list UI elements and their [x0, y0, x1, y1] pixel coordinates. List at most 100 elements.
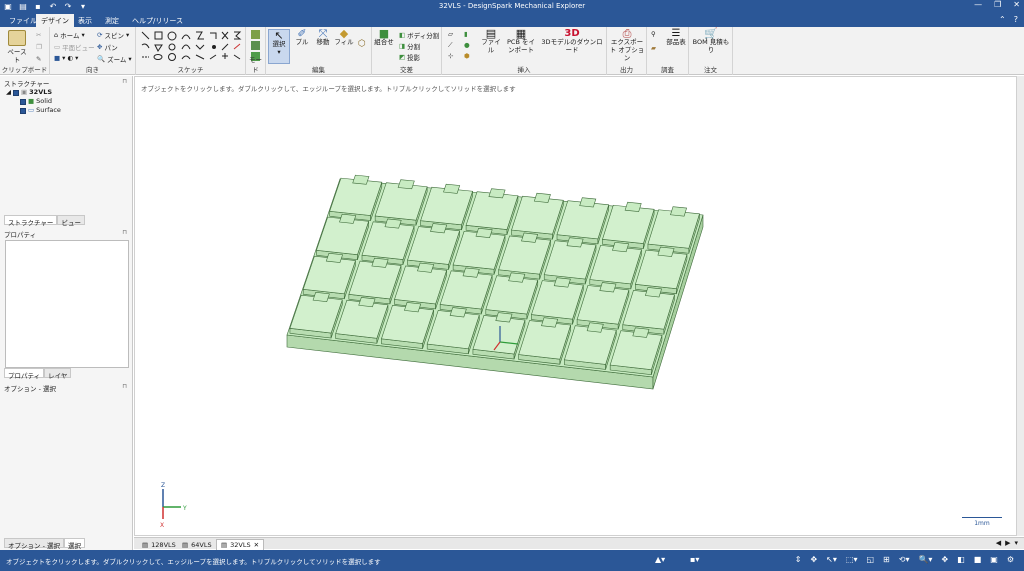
cylinder-icon[interactable]: ▮: [464, 30, 468, 38]
pin-icon[interactable]: ⊓: [122, 78, 127, 85]
mode-group-label: モード: [249, 56, 262, 74]
pan-button[interactable]: ✥ パン: [97, 42, 118, 52]
ribbon-tabs: ファイル デザイン 表示 測定 ヘルプ/リリース ⌃?: [0, 13, 1024, 27]
tree-item-solid[interactable]: ■ Solid: [6, 97, 61, 106]
collapse-ribbon-icon[interactable]: ⌃: [999, 15, 1006, 24]
visibility-checkbox[interactable]: [20, 107, 26, 114]
doc-tab-32vls[interactable]: ▤ 32VLS ✕: [216, 539, 265, 550]
edit-group-label: 編集: [312, 66, 325, 74]
restore-button[interactable]: ❐: [994, 0, 1001, 9]
settings-icon[interactable]: ⚙: [1007, 555, 1014, 564]
notification-icon[interactable]: ▪▾: [690, 555, 699, 564]
tab-list-icon[interactable]: ▾: [1014, 539, 1018, 547]
component-icon[interactable]: ⬢: [464, 52, 470, 60]
parts-list-button[interactable]: ☰ 部品表: [665, 28, 687, 47]
z-axis-label: Z: [161, 482, 165, 489]
copy-icon[interactable]: ❐: [36, 43, 42, 51]
circle-3pt-icon: [168, 53, 176, 61]
parts-list-icon: ☰: [671, 28, 681, 39]
tab-measure[interactable]: 測定: [100, 14, 124, 27]
render-icon[interactable]: ■: [974, 555, 982, 564]
zoom-status-icon[interactable]: 🔍▾: [918, 555, 932, 564]
shell-icon[interactable]: ⬡: [358, 39, 366, 49]
combine-button[interactable]: ■ 組合せ: [373, 28, 395, 46]
measure-icon[interactable]: ⚲: [651, 30, 656, 38]
home-button[interactable]: ⌂ ホーム ▾: [54, 30, 85, 40]
close-button[interactable]: ✕: [1013, 0, 1020, 9]
pull-button[interactable]: ✐ プル: [292, 28, 312, 46]
mass-icon[interactable]: ▰: [651, 44, 656, 52]
plane-icon[interactable]: ▱: [448, 30, 453, 38]
tab-help[interactable]: ヘルプ/リリース: [127, 14, 188, 27]
display-icon[interactable]: ⊞: [883, 555, 890, 564]
view-cube-button[interactable]: ■ ▾ ◐ ▾: [54, 54, 78, 62]
3d-viewport[interactable]: オブジェクトをクリックします。ダブルクリックして、エッジループを選択します。トリ…: [134, 76, 1017, 536]
tab-views[interactable]: ビュー: [57, 215, 85, 227]
3d-model[interactable]: [135, 77, 1016, 535]
snap-icon[interactable]: ⇕: [795, 555, 802, 564]
select-button[interactable]: ↖ 選択 ▾: [268, 29, 290, 64]
clip-icon[interactable]: ◱: [866, 555, 874, 564]
tab-options-select[interactable]: オプション - 選択: [4, 538, 64, 550]
cut-icon[interactable]: ✂: [36, 31, 41, 39]
visibility-checkbox[interactable]: [13, 89, 19, 96]
tab-design[interactable]: デザイン: [36, 14, 74, 27]
help-icon[interactable]: ?: [1014, 15, 1018, 24]
key-tab: [449, 307, 467, 318]
pcb-import-button[interactable]: ▦ PCB をインポート: [504, 28, 538, 54]
sketch-tools[interactable]: [138, 29, 246, 63]
3d-download-button[interactable]: 3D 3Dモデルのダウンロード: [540, 29, 604, 55]
fill-label: フィル: [334, 38, 354, 46]
move-view-icon[interactable]: ✥: [810, 555, 817, 564]
zoom-button[interactable]: 🔍 ズーム ▾: [97, 54, 132, 64]
tab-scroll-left-icon[interactable]: ◀: [996, 539, 1001, 547]
origin-icon[interactable]: ⊹: [448, 52, 453, 60]
tree-item-surface[interactable]: ▭ Surface: [6, 106, 61, 115]
doc-tab-64vls[interactable]: ▤ 64VLS: [178, 539, 216, 550]
tree-root[interactable]: ◢ ▣ 32VLS: [6, 88, 61, 97]
format-icon[interactable]: ✎: [36, 55, 41, 63]
tab-properties[interactable]: プロパティ: [4, 368, 45, 380]
select-mode-icon[interactable]: ↖▾: [826, 555, 837, 564]
tab-layers[interactable]: レイヤ: [44, 368, 72, 380]
export-options-button[interactable]: ⎙ エクスポート オプション: [608, 28, 646, 62]
visibility-checkbox[interactable]: [20, 98, 26, 105]
select-label: 選択: [272, 40, 286, 48]
orbit-icon[interactable]: ⟲▾: [899, 555, 910, 564]
perspective-icon[interactable]: ▣: [990, 555, 998, 564]
plane-view-button[interactable]: ▭ 平面ビュー: [54, 42, 95, 52]
split-body-button[interactable]: ◧ ボディ分割: [399, 30, 439, 40]
doc-tab-128vls[interactable]: ▤ 128VLS: [138, 539, 180, 550]
tab-structure[interactable]: ストラクチャー: [4, 215, 58, 227]
insert-file-button[interactable]: ▤ ファイル: [480, 28, 502, 54]
bom-quote-button[interactable]: 🛒 BOM 見積もり: [691, 28, 731, 54]
split-body-label: ボディ分割: [407, 32, 440, 40]
minimize-button[interactable]: —: [974, 0, 982, 9]
pan-label: パン: [104, 44, 118, 52]
section-mode-icon[interactable]: [251, 41, 260, 50]
split-button[interactable]: ◨ 分割: [399, 41, 420, 51]
spin-button[interactable]: ⟳ スピン ▾: [97, 30, 129, 40]
pin-icon[interactable]: ⊓: [122, 229, 127, 236]
pcb-import-label: PCB をインポート: [507, 38, 535, 54]
project-button[interactable]: ◩ 投影: [399, 52, 420, 62]
fit-icon[interactable]: ◧: [957, 555, 965, 564]
paste-button[interactable]: ペースト: [6, 30, 28, 64]
tab-view[interactable]: 表示: [73, 14, 97, 27]
tab-scroll-right-icon[interactable]: ▶: [1005, 539, 1010, 547]
tab-select[interactable]: 選択: [63, 538, 85, 550]
expand-icon[interactable]: ◢: [6, 88, 11, 97]
pin-icon[interactable]: ⊓: [122, 383, 127, 390]
pan-status-icon[interactable]: ✥: [941, 555, 948, 564]
axis-icon[interactable]: ⟋: [448, 41, 453, 50]
fill-button[interactable]: ◆ フィル: [334, 28, 354, 46]
tree-item-label: Surface: [36, 106, 61, 114]
sphere-icon[interactable]: ●: [464, 41, 470, 49]
key-tab: [417, 262, 435, 273]
close-tab-icon[interactable]: ✕: [254, 541, 259, 549]
box-select-icon[interactable]: ⬚▾: [846, 555, 858, 564]
sketch-mode-icon[interactable]: [251, 30, 260, 39]
document-icon: ▤: [221, 541, 228, 549]
warning-icon[interactable]: ▲▾: [655, 555, 665, 564]
move-button[interactable]: ⤧ 移動: [313, 28, 333, 46]
